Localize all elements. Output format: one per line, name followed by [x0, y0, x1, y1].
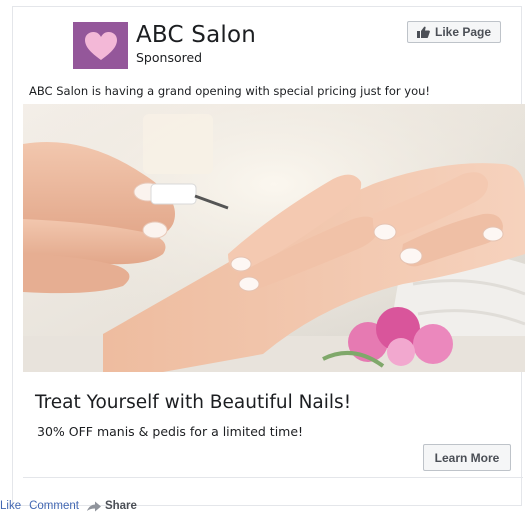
thumbs-up-icon	[416, 26, 430, 38]
page-name[interactable]: ABC Salon	[136, 21, 256, 49]
ad-image[interactable]	[23, 104, 525, 372]
divider	[23, 477, 523, 478]
like-action[interactable]: Like	[0, 500, 21, 512]
post-actions-bar: Like Comment Share	[0, 497, 145, 515]
like-page-label: Like Page	[434, 25, 492, 39]
post-body-text: ABC Salon is having a grand opening with…	[29, 84, 431, 98]
share-action-label: Share	[104, 500, 137, 512]
sponsored-label: Sponsored	[136, 50, 203, 65]
comment-action-label: Comment	[29, 500, 79, 512]
like-page-button[interactable]: Like Page	[407, 21, 501, 43]
share-arrow-icon	[86, 501, 101, 511]
ad-description: 30% OFF manis & pedis for a limited time…	[37, 424, 304, 439]
comment-action[interactable]: Comment	[29, 500, 79, 512]
like-action-label: Like	[0, 500, 22, 512]
sponsored-post-card: ABC Salon Sponsored Like Page ABC Salon …	[12, 6, 525, 506]
learn-more-button[interactable]: Learn More	[423, 444, 511, 471]
page-avatar[interactable]	[73, 22, 128, 69]
share-action[interactable]: Share	[86, 500, 137, 512]
heart-icon	[84, 31, 117, 60]
ad-headline[interactable]: Treat Yourself with Beautiful Nails!	[35, 391, 351, 415]
